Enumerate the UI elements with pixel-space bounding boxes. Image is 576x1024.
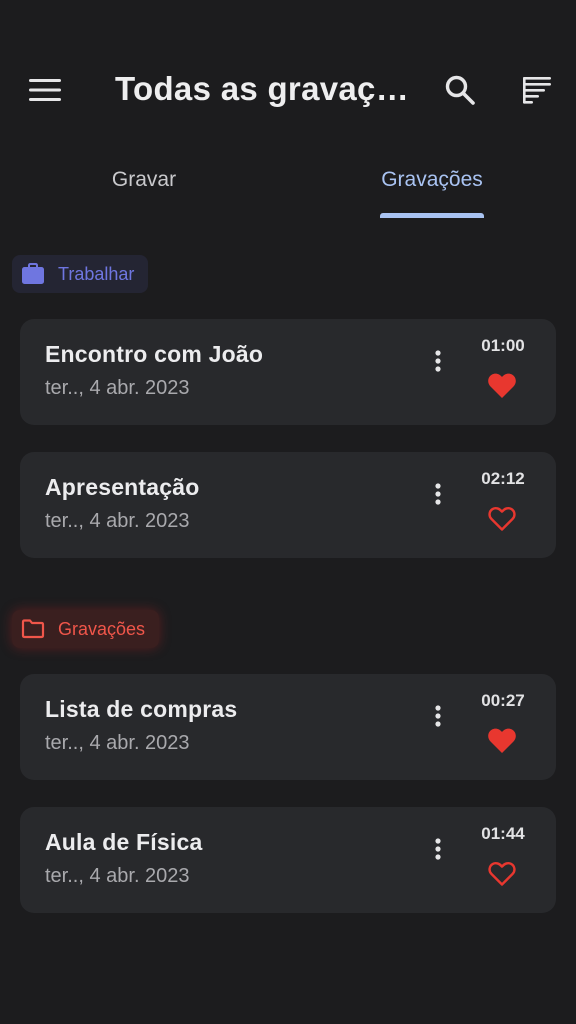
favorite-button[interactable]	[484, 857, 520, 889]
recording-duration: 01:44	[481, 824, 525, 843]
recording-card[interactable]: Encontro com João ter.., 4 abr. 2023 01:…	[20, 319, 556, 425]
more-vert-icon	[435, 705, 441, 727]
heart-outline-icon	[488, 861, 516, 886]
folder-icon	[20, 616, 46, 642]
heart-filled-icon	[488, 728, 516, 753]
recording-title: Lista de compras	[45, 696, 238, 722]
recording-date: ter.., 4 abr. 2023	[45, 732, 190, 754]
recording-card[interactable]: Aula de Física ter.., 4 abr. 2023 01:44	[20, 807, 556, 913]
app-bar: Todas as gravaçõ…	[0, 56, 576, 126]
more-options-button[interactable]	[420, 474, 456, 514]
briefcase-icon	[20, 261, 46, 287]
more-vert-icon	[435, 483, 441, 505]
recording-card[interactable]: Apresentação ter.., 4 abr. 2023 02:12	[20, 452, 556, 558]
recording-title: Apresentação	[45, 474, 200, 500]
recording-date: ter.., 4 abr. 2023	[45, 865, 190, 887]
tab-record[interactable]: Gravar	[0, 150, 288, 218]
more-options-button[interactable]	[420, 829, 456, 869]
tab-active-indicator	[380, 213, 484, 218]
recording-date: ter.., 4 abr. 2023	[45, 377, 190, 399]
folder-label: Gravações	[58, 618, 146, 639]
recording-title: Encontro com João	[45, 341, 264, 367]
tab-recordings[interactable]: Gravações	[288, 150, 576, 218]
heart-outline-icon	[488, 506, 516, 531]
recording-card[interactable]: Lista de compras ter.., 4 abr. 2023 00:2…	[20, 674, 556, 780]
sort-button[interactable]	[513, 66, 561, 114]
folder-chip-work[interactable]: Trabalhar	[12, 255, 149, 293]
more-options-button[interactable]	[420, 696, 456, 736]
menu-button[interactable]	[21, 66, 69, 114]
heart-filled-icon	[488, 373, 516, 398]
folder-chip-recordings[interactable]: Gravações	[12, 610, 160, 648]
search-button[interactable]	[436, 66, 484, 114]
page-title: Todas as gravaçõ…	[115, 70, 415, 107]
more-options-button[interactable]	[420, 341, 456, 381]
recording-duration: 01:00	[481, 336, 525, 355]
menu-icon	[29, 79, 61, 101]
search-icon	[445, 75, 475, 105]
tab-bar: Gravar Gravações	[0, 150, 576, 220]
favorite-button[interactable]	[484, 502, 520, 534]
more-vert-icon	[435, 838, 441, 860]
favorite-button[interactable]	[484, 369, 520, 401]
folder-label: Trabalhar	[58, 263, 135, 284]
recording-duration: 02:12	[481, 469, 525, 488]
favorite-button[interactable]	[484, 724, 520, 756]
recording-date: ter.., 4 abr. 2023	[45, 510, 190, 532]
recording-title: Aula de Física	[45, 829, 203, 855]
recording-duration: 00:27	[481, 691, 525, 710]
sort-icon	[523, 77, 551, 104]
more-vert-icon	[435, 350, 441, 372]
